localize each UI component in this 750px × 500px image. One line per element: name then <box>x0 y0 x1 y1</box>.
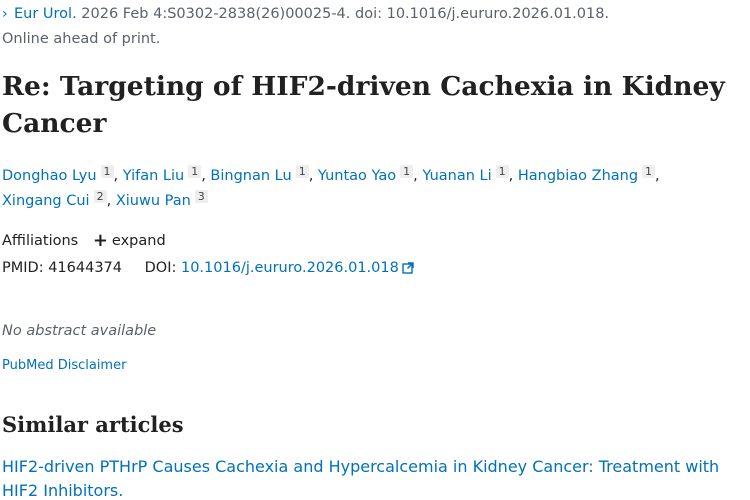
citation-details: 2026 Feb 4:S0302-2838(26)00025-4. doi: 1… <box>76 6 610 22</box>
authors-list: Donghao Lyu 1, Yifan Liu 1, Bingnan Lu 1, Y… <box>2 164 742 214</box>
journal-link[interactable]: Eur Urol. <box>14 6 77 22</box>
author-separator: , <box>308 168 314 184</box>
author-separator: , <box>655 168 660 184</box>
citation-line: › Eur Urol. 2026 Feb 4:S0302-2838(26)0002… <box>2 4 609 24</box>
author-separator: , <box>508 168 514 184</box>
affiliation-number[interactable]: 1 <box>295 165 309 178</box>
pubmed-disclaimer-link[interactable]: PubMed Disclaimer <box>2 356 126 376</box>
affiliation-number[interactable]: 1 <box>100 165 114 178</box>
author-separator: , <box>113 168 119 184</box>
author-link[interactable]: Xiuwu Pan <box>116 193 191 209</box>
author-separator: , <box>413 168 418 184</box>
identifiers-line: PMID: 41644374 DOI: 10.1016/j.eururo.202… <box>2 257 414 279</box>
no-abstract-text: No abstract available <box>2 323 157 339</box>
similar-articles-heading: Similar articles <box>2 412 184 437</box>
article-title: Re: Targeting of HIF2-driven Cachexia in… <box>2 71 725 139</box>
expand-label: expand <box>111 233 166 249</box>
author-link[interactable]: Yuntao Yao <box>318 168 396 184</box>
author-item: Hangbiao Zhang 1, <box>518 165 660 184</box>
author-link[interactable]: Yuanan Li <box>422 168 491 184</box>
author-item: Yuntao Yao 1, <box>318 165 422 184</box>
author-item: Donghao Lyu 1, <box>2 165 123 184</box>
author-item: Yuanan Li 1, <box>422 165 517 184</box>
publication-status: Online ahead of print. <box>2 31 161 47</box>
external-link-icon <box>402 262 414 274</box>
similar-article-link[interactable]: HIF2-driven PTHrP Causes Cachexia and Hy… <box>2 455 744 500</box>
author-item: Xingang Cui 2, <box>2 190 116 209</box>
author-link[interactable]: Xingang Cui <box>2 193 90 209</box>
affiliation-number[interactable]: 1 <box>495 165 509 178</box>
author-link[interactable]: Hangbiao Zhang <box>518 168 638 184</box>
affiliations-section: Affiliations + expand <box>2 229 166 252</box>
affiliations-label: Affiliations <box>2 233 79 249</box>
author-link[interactable]: Yifan Liu <box>123 168 184 184</box>
affiliation-number[interactable]: 1 <box>642 165 656 178</box>
pmid-label: PMID: <box>2 260 44 276</box>
doi-link[interactable]: 10.1016/j.eururo.2026.01.018 <box>181 260 414 276</box>
chevron-right-icon[interactable]: › <box>2 4 14 24</box>
author-item: Yifan Liu 1, <box>123 165 211 184</box>
affiliation-number[interactable]: 3 <box>194 190 208 203</box>
author-item: Xiuwu Pan 3 <box>116 190 208 209</box>
author-separator: , <box>201 168 206 184</box>
author-link[interactable]: Donghao Lyu <box>2 168 97 184</box>
pmid-value: 41644374 <box>48 260 123 276</box>
affiliation-number[interactable]: 1 <box>400 165 414 178</box>
affiliations-expand-button[interactable]: + expand <box>92 230 166 251</box>
author-item: Bingnan Lu 1, <box>210 165 317 184</box>
doi-link-text: 10.1016/j.eururo.2026.01.018 <box>180 260 399 276</box>
affiliation-number[interactable]: 1 <box>188 165 202 178</box>
affiliation-number[interactable]: 2 <box>93 190 107 203</box>
author-link[interactable]: Bingnan Lu <box>210 168 291 184</box>
author-separator: , <box>106 193 112 209</box>
plus-icon: + <box>92 230 108 251</box>
doi-label: DOI: <box>144 260 177 276</box>
